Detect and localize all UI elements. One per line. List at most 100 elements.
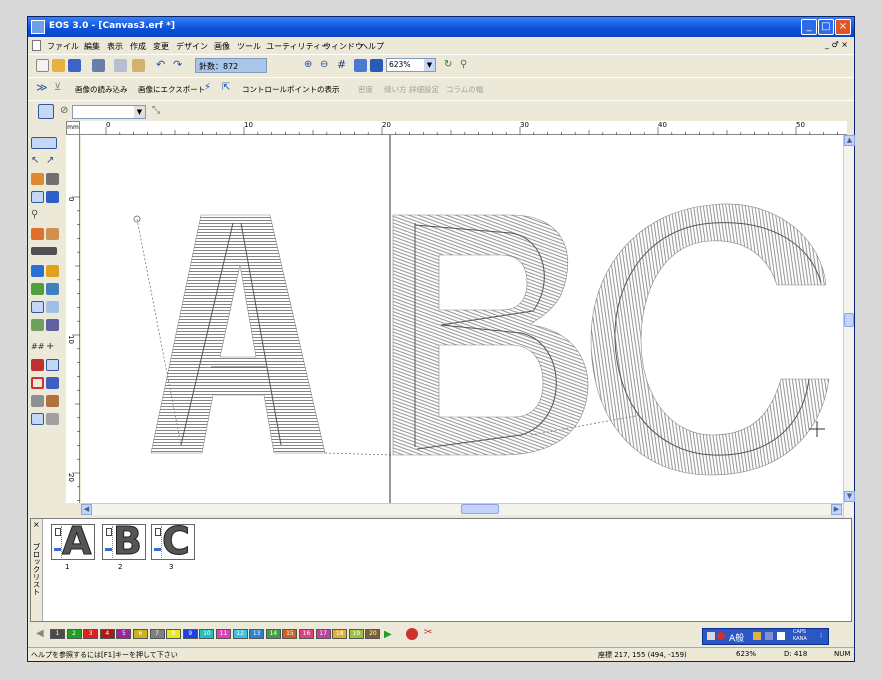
grid-tool-icon[interactable]: ## (31, 341, 44, 353)
thread-color-swatch[interactable]: 9 (182, 629, 198, 639)
table-icon[interactable] (46, 377, 59, 389)
thread-color-swatch[interactable]: 11 (216, 629, 231, 639)
vertical-scroll-thumb[interactable] (844, 313, 854, 327)
fill-icon[interactable] (31, 173, 44, 185)
warning-icon[interactable] (46, 265, 59, 277)
thread-color-swatch[interactable]: 5 (116, 629, 132, 639)
thread-color-swatch[interactable]: 3 (83, 629, 99, 639)
pattern-icon[interactable] (31, 301, 44, 313)
ime-help-icon[interactable] (777, 632, 785, 640)
design-canvas[interactable] (81, 135, 843, 503)
document-icon[interactable] (32, 40, 41, 51)
minimize-button[interactable]: _ (801, 19, 817, 35)
thread-color-swatch[interactable]: 16 (299, 629, 314, 639)
scroll-down-icon[interactable]: ▼ (844, 491, 855, 502)
thread-color-swatch[interactable]: 19 (348, 629, 364, 639)
fit-icon[interactable] (354, 59, 367, 72)
move-icon[interactable] (46, 173, 59, 185)
magnify-icon[interactable]: ⚲ (31, 209, 44, 221)
heart-icon[interactable] (31, 359, 44, 371)
export-image-button[interactable]: 画像にエクスポート (138, 84, 205, 95)
horizontal-scroll-thumb[interactable] (461, 504, 499, 514)
palette-prev-icon[interactable]: ◀ (36, 628, 44, 639)
scroll-right-icon[interactable]: ▶ (831, 504, 842, 515)
thread-color-swatch[interactable]: 2 (66, 629, 82, 639)
stitch-type-button[interactable]: 縫い方 (384, 84, 407, 95)
ime-mode[interactable]: A般 (729, 631, 744, 644)
menu-image[interactable]: 画像 (214, 41, 230, 52)
thread-color-swatch[interactable]: 14 (265, 629, 281, 639)
lock-icon[interactable] (46, 413, 59, 425)
stop-sew-icon[interactable] (406, 628, 418, 640)
detail-settings-button[interactable]: 詳細設定 (409, 84, 439, 95)
play-icon[interactable]: ▶ (384, 629, 392, 640)
thread-color-swatch[interactable]: 4 (99, 629, 115, 639)
thread-color-swatch[interactable]: 7 (149, 629, 165, 639)
pointer-icon[interactable]: ⇱ (222, 82, 235, 95)
transform-icon[interactable]: ⤡ (152, 105, 165, 118)
shape-icon[interactable] (46, 191, 59, 203)
option-combo[interactable]: ▼ (72, 105, 146, 119)
copy-icon[interactable] (114, 59, 127, 72)
letter-b[interactable] (392, 214, 589, 456)
zoom-out-icon[interactable]: ⊖ (320, 59, 333, 72)
outline-icon[interactable] (46, 301, 59, 313)
line-tool-icon[interactable] (31, 247, 57, 255)
chevron-down-icon[interactable]: ▼ (134, 106, 145, 118)
open-icon[interactable] (52, 59, 65, 72)
zoom-in-icon[interactable]: ⊕ (304, 59, 317, 72)
new-icon[interactable] (36, 59, 49, 72)
show-control-points-button[interactable]: コントロールポイントの表示 (242, 84, 340, 95)
menu-file[interactable]: ファイル (47, 41, 79, 52)
menu-tools[interactable]: ツール (237, 41, 261, 52)
menu-view[interactable]: 表示 (107, 41, 123, 52)
column-width-button[interactable]: コラムの幅 (446, 84, 483, 95)
grid-icon[interactable]: # (337, 59, 350, 72)
thread-color-swatch[interactable]: 1 (50, 629, 65, 639)
select-tool-icon[interactable] (38, 104, 54, 119)
ime-red-icon[interactable] (717, 632, 725, 640)
redo-icon[interactable]: ↷ (173, 59, 186, 72)
menu-help[interactable]: ヘルプ (360, 41, 384, 52)
ime-keyboard-icon[interactable] (707, 632, 715, 640)
undo-icon[interactable]: ↶ (156, 59, 169, 72)
menu-modify[interactable]: 変更 (153, 41, 169, 52)
zoom-100-icon[interactable] (370, 59, 383, 72)
ime-dict-icon[interactable] (753, 632, 761, 640)
scroll-up-icon[interactable]: ▲ (844, 135, 855, 146)
mdi-controls[interactable]: _ ♂ × (825, 40, 848, 49)
applique-icon[interactable] (31, 319, 44, 331)
circle-icon[interactable] (31, 377, 44, 389)
trim-icon[interactable]: ✂ (424, 627, 432, 638)
letter-a[interactable] (150, 214, 326, 454)
paste-icon[interactable] (132, 59, 145, 72)
zoom-tool-icon[interactable] (31, 265, 44, 277)
horizontal-scrollbar[interactable]: ◀ ▶ (81, 503, 843, 515)
thread-color-swatch[interactable]: 12 (232, 629, 248, 639)
thread-color-swatch[interactable]: 13 (249, 629, 265, 639)
scroll-left-icon[interactable]: ◀ (81, 504, 92, 515)
menu-create[interactable]: 作成 (130, 41, 146, 52)
stitch-tool-icon[interactable] (31, 137, 57, 149)
thread-color-swatch[interactable]: 17 (315, 629, 331, 639)
import-image-button[interactable]: 画像の読み込み (75, 84, 128, 95)
maximize-button[interactable]: □ (818, 19, 834, 35)
brush-icon[interactable] (31, 228, 44, 240)
thread-color-swatch[interactable]: 10 (199, 629, 215, 639)
thread-color-swatch[interactable]: 8 (166, 629, 182, 639)
hoop-icon[interactable] (31, 413, 44, 425)
menu-window[interactable]: ウィンドウ (323, 41, 363, 52)
density-button[interactable]: 密度 (358, 84, 373, 95)
thread-color-swatch[interactable]: 20 (365, 629, 381, 639)
title-bar[interactable]: EOS 3.0 - [Canvas3.erf *] _ □ × (28, 17, 854, 37)
wand-icon[interactable]: ⚡ (204, 82, 217, 95)
letter-c[interactable] (590, 203, 830, 476)
thread-color-swatch[interactable]: 6 (133, 629, 148, 639)
thread-color-swatch[interactable]: 18 (332, 629, 348, 639)
print-icon[interactable] (92, 59, 105, 72)
filter-icon[interactable]: ⊻ (54, 82, 67, 95)
layer-icon[interactable] (46, 283, 59, 295)
leaf-icon[interactable] (31, 283, 44, 295)
monogram-icon[interactable] (46, 319, 59, 331)
arrow-icon[interactable]: ≫ (36, 82, 49, 95)
